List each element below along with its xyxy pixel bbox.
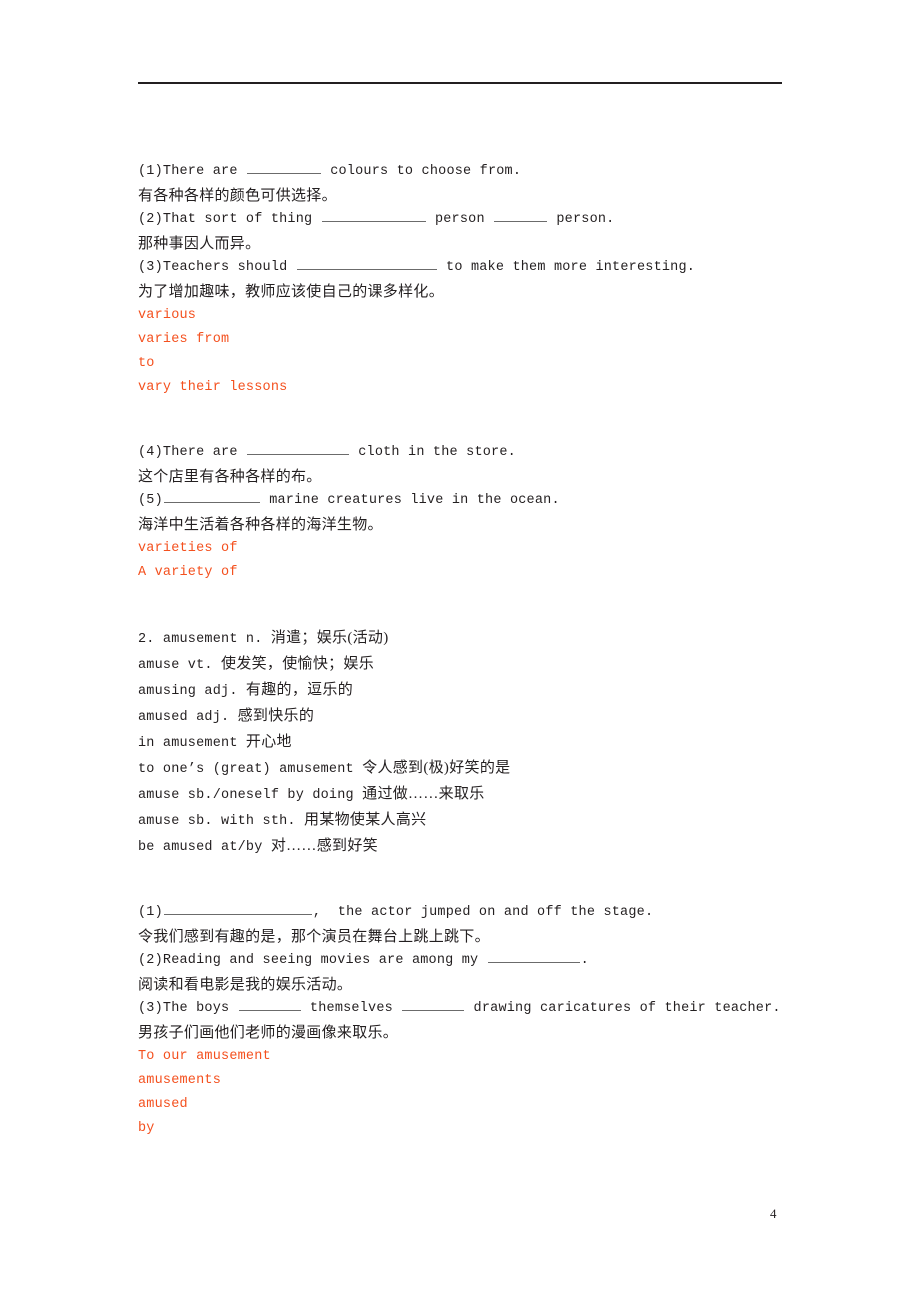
answer-blank[interactable]: [238, 997, 301, 1011]
exercise-line: (1) , the actor jumped on and off the sta…: [138, 901, 838, 925]
sentence-prefix: (1): [138, 905, 163, 920]
translation-line: 为了增加趣味，教师应该使自己的课多样化。: [138, 284, 445, 300]
answer-blank[interactable]: [246, 160, 321, 174]
answer-line: amusements: [138, 1073, 222, 1088]
answer-line: various: [138, 308, 197, 323]
vocabulary-line: 2. amusement n. 消遣；娱乐(活动): [138, 626, 838, 652]
translation-line: 男孩子们画他们老师的漫画像来取乐。: [138, 1025, 399, 1041]
translation-line: 有各种各样的颜色可供选择。: [138, 188, 337, 204]
vocabulary-gloss: 令人感到(极)好笑的是: [362, 760, 511, 776]
sentence-prefix: (5): [138, 493, 163, 508]
vocabulary-line: be amused at/by 对……感到好笑: [138, 834, 838, 860]
vocabulary-gloss: 用某物使某人高兴: [304, 812, 427, 828]
vocabulary-term: in amusement: [138, 736, 246, 751]
sentence-prefix: (2)That sort of thing: [138, 212, 321, 227]
content-block-amusement-entry: 2. amusement n. 消遣；娱乐(活动) amuse vt. 使发笑，使…: [138, 626, 838, 860]
sentence-suffix: person.: [548, 212, 615, 227]
answer-line: to: [138, 356, 155, 371]
header-rule: [138, 82, 782, 84]
answer-blank[interactable]: [494, 208, 548, 222]
vocabulary-term: amusing adj.: [138, 684, 246, 699]
answer-line: by: [138, 1121, 155, 1136]
vocabulary-gloss: 通过做……来取乐: [362, 786, 485, 802]
translation-line: 阅读和看电影是我的娱乐活动。: [138, 977, 353, 993]
vocabulary-gloss: 感到快乐的: [237, 708, 315, 724]
worksheet-page: (1)There are colours to choose from. 有各种各…: [0, 0, 920, 1302]
document-content: (1)There are colours to choose from. 有各种各…: [138, 160, 838, 1141]
answer-line: varieties of: [138, 541, 238, 556]
exercise-line: (2)Reading and seeing movies are among m…: [138, 949, 838, 973]
page-number: 4: [770, 1206, 777, 1221]
answer-line: To our amusement: [138, 1049, 271, 1064]
sentence-suffix: marine creatures live in the ocean.: [260, 493, 560, 508]
translation-line: 令我们感到有趣的是，那个演员在舞台上跳上跳下。: [138, 929, 490, 945]
sentence-prefix: (3)The boys: [138, 1001, 238, 1016]
vocabulary-line: amuse sb./oneself by doing 通过做……来取乐: [138, 782, 838, 808]
vocabulary-line: to one’s (great) amusement 令人感到(极)好笑的是: [138, 756, 838, 782]
exercise-line: (3)The boys themselves drawing caricatur…: [138, 997, 838, 1021]
translation-line: 这个店里有各种各样的布。: [138, 469, 322, 485]
vocabulary-line: amused adj. 感到快乐的: [138, 704, 838, 730]
vocabulary-term: 2. amusement n.: [138, 632, 271, 647]
translation-line: 那种事因人而异。: [138, 236, 261, 252]
vocabulary-gloss: 开心地: [245, 734, 292, 750]
vocabulary-gloss: 有趣的，逗乐的: [245, 682, 354, 698]
answer-blank[interactable]: [296, 256, 437, 270]
vocabulary-line: amuse sb. with sth. 用某物使某人高兴: [138, 808, 838, 834]
vocabulary-gloss: 消遣；娱乐(活动): [270, 630, 389, 646]
translation-line: 海洋中生活着各种各样的海洋生物。: [138, 517, 383, 533]
sentence-suffix: , the actor jumped on and off the stage.: [312, 905, 654, 920]
sentence-suffix: to make them more interesting.: [437, 260, 696, 275]
vocabulary-line: amuse vt. 使发笑，使愉快；娱乐: [138, 652, 838, 678]
sentence-suffix: drawing caricatures of their teacher.: [465, 1001, 781, 1016]
sentence-suffix: .: [580, 953, 589, 968]
vocabulary-term: amuse sb. with sth.: [138, 814, 305, 829]
answer-blank[interactable]: [163, 901, 312, 915]
content-block-vary-exercises-2: (4)There are cloth in the store. 这个店里有各种各…: [138, 441, 838, 585]
sentence-prefix: (4)There are: [138, 445, 246, 460]
exercise-line: (2)That sort of thing person person.: [138, 208, 838, 232]
answer-blank[interactable]: [402, 997, 465, 1011]
exercise-line: (4)There are cloth in the store.: [138, 441, 838, 465]
vocabulary-term: amused adj.: [138, 710, 238, 725]
answer-blank[interactable]: [321, 208, 426, 222]
sentence-suffix: cloth in the store.: [349, 445, 516, 460]
vocabulary-term: to one’s (great) amusement: [138, 762, 363, 777]
content-block-amusement-exercises: (1) , the actor jumped on and off the sta…: [138, 901, 838, 1141]
exercise-line: (1)There are colours to choose from.: [138, 160, 838, 184]
answer-line: vary their lessons: [138, 380, 288, 395]
vocabulary-line: in amusement 开心地: [138, 730, 838, 756]
vocabulary-gloss: 使发笑，使愉快；娱乐: [221, 656, 375, 672]
sentence-prefix: (1)There are: [138, 164, 246, 179]
sentence-middle: themselves: [301, 1001, 402, 1016]
vocabulary-term: amuse vt.: [138, 658, 222, 673]
sentence-suffix: colours to choose from.: [321, 164, 522, 179]
vocabulary-gloss: 对……感到好笑: [270, 838, 378, 854]
answer-line: varies from: [138, 332, 230, 347]
vocabulary-line: amusing adj. 有趣的，逗乐的: [138, 678, 838, 704]
content-block-vary-exercises-1: (1)There are colours to choose from. 有各种各…: [138, 160, 838, 400]
exercise-line: (5) marine creatures live in the ocean.: [138, 489, 838, 513]
vocabulary-term: amuse sb./oneself by doing: [138, 788, 363, 803]
answer-blank[interactable]: [246, 441, 349, 455]
sentence-prefix: (3)Teachers should: [138, 260, 296, 275]
answer-line: amused: [138, 1097, 188, 1112]
exercise-line: (3)Teachers should to make them more int…: [138, 256, 838, 280]
sentence-middle: person: [426, 212, 494, 227]
answer-blank[interactable]: [487, 949, 580, 963]
answer-blank[interactable]: [163, 489, 260, 503]
vocabulary-term: be amused at/by: [138, 840, 271, 855]
sentence-prefix: (2)Reading and seeing movies are among m…: [138, 953, 487, 968]
answer-line: A variety of: [138, 565, 238, 580]
